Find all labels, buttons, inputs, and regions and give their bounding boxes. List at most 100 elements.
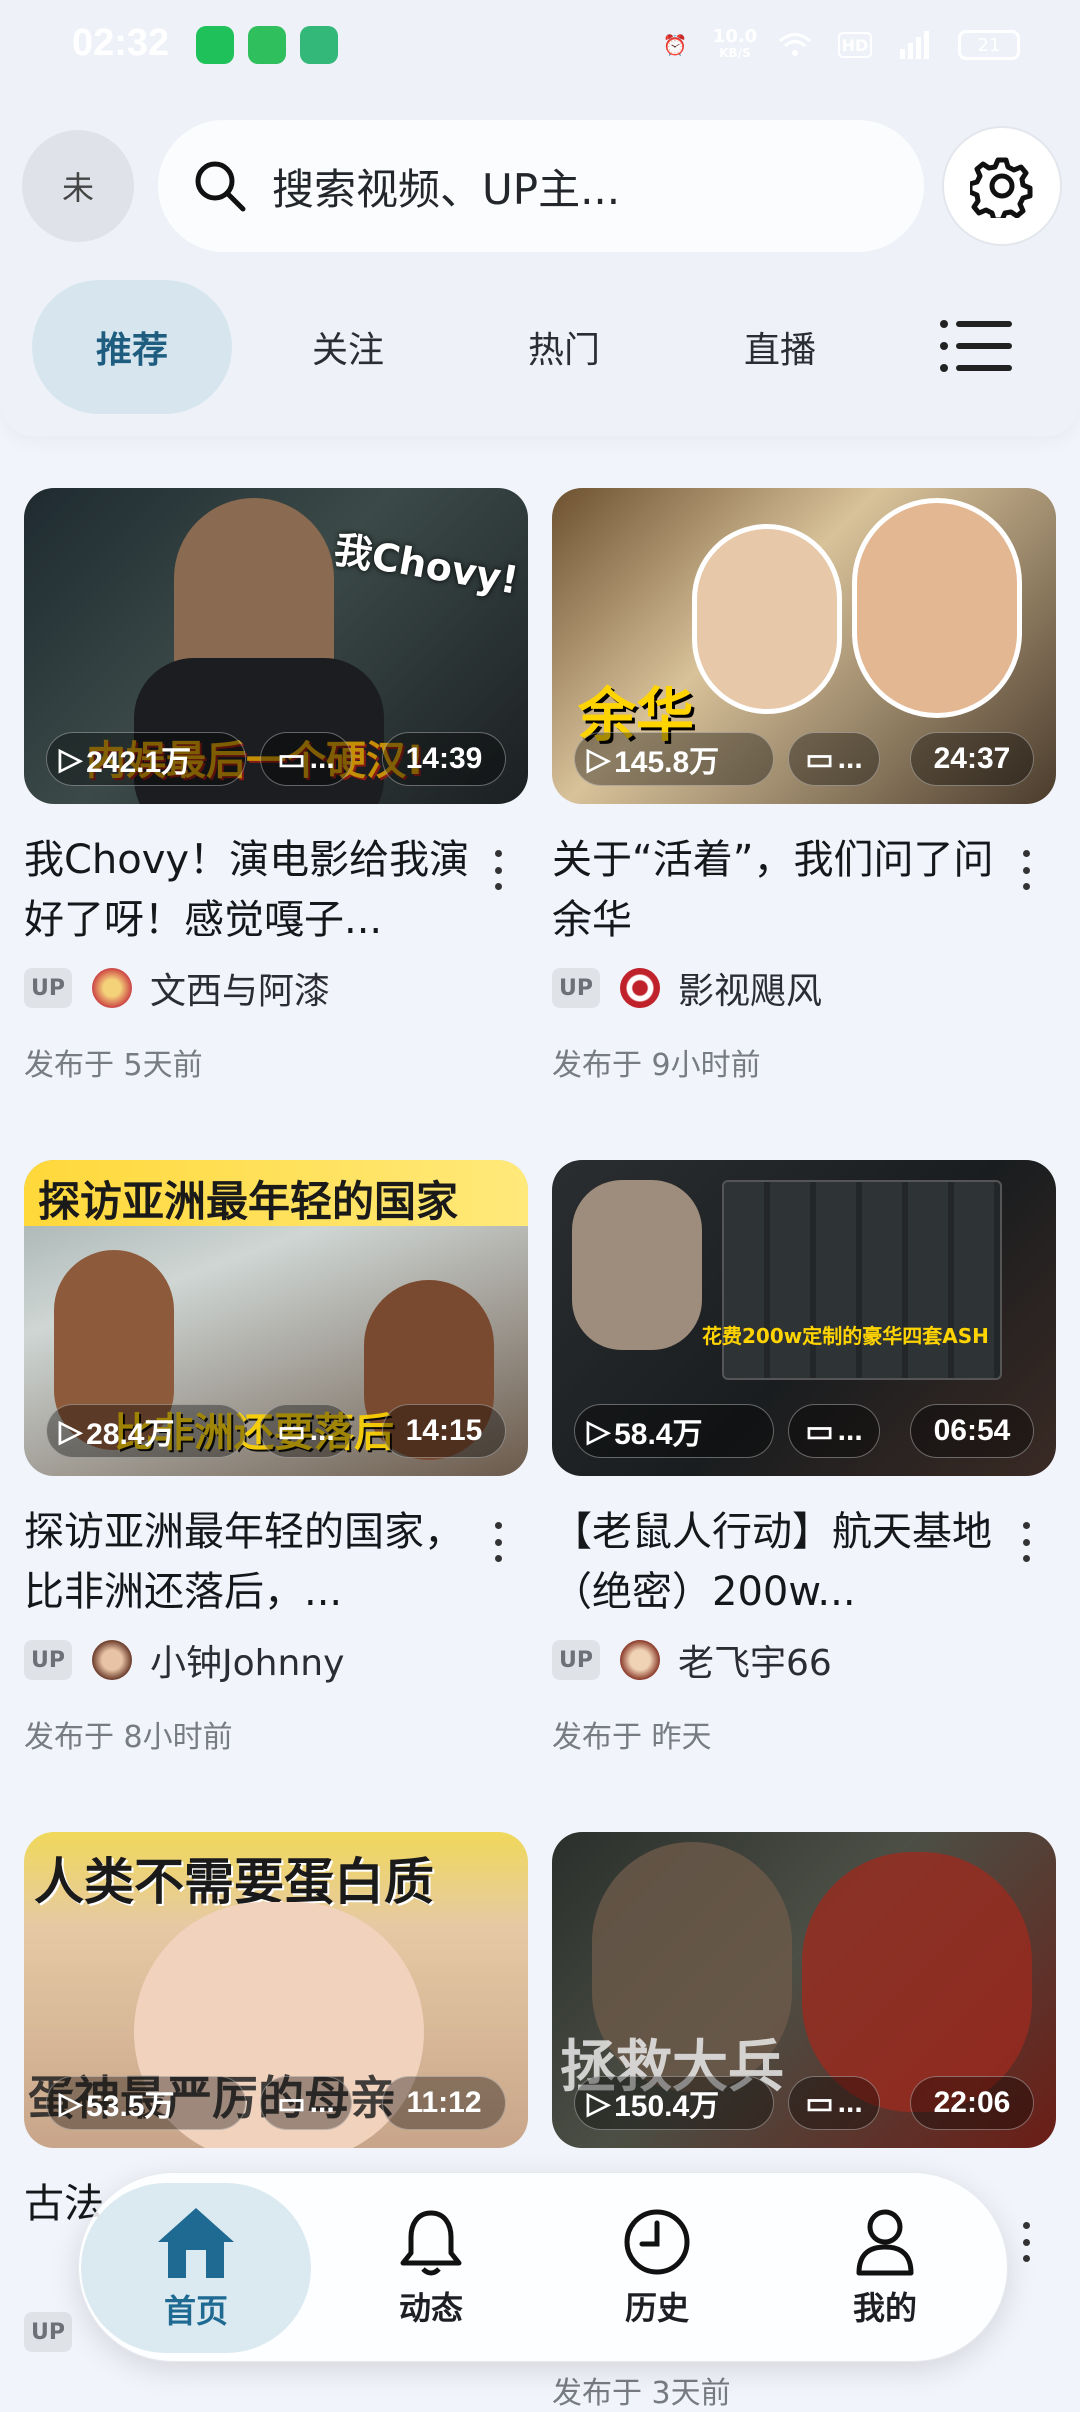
- nav-dynamic[interactable]: 动态: [331, 2173, 531, 2363]
- view-count: ▷ 58.4万: [574, 1404, 774, 1458]
- play-icon: ▷: [587, 742, 611, 776]
- uploader-row[interactable]: UP 老飞宇66: [552, 1636, 1056, 1684]
- comment-count-value: ...: [837, 1414, 863, 1447]
- nav-me[interactable]: 我的: [785, 2173, 985, 2363]
- gear-icon: [970, 157, 1033, 218]
- hd-icon: HD: [838, 32, 872, 58]
- comment-icon: ▭: [805, 742, 834, 776]
- uploader-name: 文西与阿漆: [150, 971, 331, 1012]
- video-card[interactable]: 花费200w定制的豪华四套ASH ▷ 58.4万 ▭... 06:54 【老鼠人行…: [552, 1160, 1056, 1756]
- view-count: ▷ 28.4万: [46, 1404, 246, 1458]
- status-bar: 02:32 ⏰ 10.0 KB/S HD 21: [0, 0, 1080, 96]
- wifi-icon: [778, 28, 812, 62]
- more-options-icon[interactable]: [1016, 1522, 1036, 1562]
- uploader-name: 影视飓风: [678, 971, 823, 1012]
- comment-icon: ▭: [805, 2086, 834, 2120]
- net-speed-unit: KB/S: [719, 46, 751, 60]
- video-thumbnail[interactable]: 花费200w定制的豪华四套ASH ▷ 58.4万 ▭... 06:54: [552, 1160, 1056, 1476]
- publish-time: 发布于 昨天: [552, 1720, 712, 1755]
- avatar-text: 未: [61, 169, 94, 207]
- view-count-value: 242.1万: [86, 746, 192, 779]
- duration: 22:06: [910, 2076, 1034, 2130]
- thumb-caption: 人类不需要蛋白质: [34, 1853, 434, 1911]
- up-badge: UP: [24, 968, 72, 1008]
- duration: 24:37: [910, 732, 1034, 786]
- uploader-row[interactable]: UP 影视飓风: [552, 964, 1056, 1012]
- app-notification-icon: [196, 26, 234, 64]
- comment-icon: ▭: [277, 1414, 306, 1448]
- money-notification-icon: [300, 26, 338, 64]
- uploader-avatar: [92, 968, 132, 1008]
- header: 02:32 ⏰ 10.0 KB/S HD 21 未 搜索视频、UP主... 推荐…: [0, 0, 1080, 436]
- nav-history-label: 历史: [624, 2289, 689, 2327]
- up-badge: UP: [24, 2312, 72, 2352]
- view-count-value: 58.4万: [614, 1418, 703, 1451]
- duration: 14:39: [382, 732, 506, 786]
- comment-icon: ▭: [805, 1414, 834, 1448]
- search-placeholder: 搜索视频、UP主...: [272, 164, 621, 214]
- video-title[interactable]: 我Chovy！演电影给我演好了呀！感觉嘎子...: [24, 830, 484, 950]
- video-title[interactable]: 【老鼠人行动】航天基地（绝密）200w...: [552, 1502, 1012, 1622]
- clock-icon: [624, 2209, 690, 2275]
- tab-following[interactable]: 关注: [248, 280, 448, 414]
- more-options-icon[interactable]: [1016, 850, 1036, 890]
- publish-time: 发布于 5天前: [24, 1048, 203, 1083]
- nav-dynamic-label: 动态: [398, 2289, 463, 2327]
- video-title[interactable]: 关于“活着”，我们问了问余华: [552, 830, 1012, 950]
- view-count-value: 150.4万: [614, 2090, 720, 2123]
- comment-count-value: ...: [837, 2086, 863, 2119]
- video-thumbnail[interactable]: 我Chovy! 内娱最后一个硬汉! ▷ 242.1万 ▭... 14:39: [24, 488, 528, 804]
- thumb-caption: 我Chovy!: [331, 527, 522, 603]
- video-thumbnail[interactable]: 余华 ▷ 145.8万 ▭... 24:37: [552, 488, 1056, 804]
- comment-icon: ▭: [277, 2086, 306, 2120]
- category-tabs: 推荐 关注 热门 直播: [0, 280, 1080, 416]
- more-options-icon[interactable]: [488, 850, 508, 890]
- video-thumbnail[interactable]: 拯救大兵 ▷ 150.4万 ▭... 22:06: [552, 1832, 1056, 2148]
- play-icon: ▷: [59, 742, 83, 776]
- comment-count-value: ...: [837, 742, 863, 775]
- tab-menu-button[interactable]: [938, 316, 1014, 376]
- comment-count-value: ...: [309, 1414, 335, 1447]
- comment-count: ▭...: [260, 1404, 352, 1458]
- video-card[interactable]: 探访亚洲最年轻的国家 比非洲还要落后 ▷ 28.4万 ▭... 14:15 探访亚…: [24, 1160, 528, 1756]
- nav-home[interactable]: 首页: [81, 2183, 311, 2353]
- video-card[interactable]: 我Chovy! 内娱最后一个硬汉! ▷ 242.1万 ▭... 14:39 我Ch…: [24, 488, 528, 1084]
- uploader-row[interactable]: UP 文西与阿漆: [24, 964, 528, 1012]
- duration: 14:15: [382, 1404, 506, 1458]
- video-card[interactable]: 余华 ▷ 145.8万 ▭... 24:37 关于“活着”，我们问了问余华 UP …: [552, 488, 1056, 1084]
- view-count: ▷ 53.5万: [46, 2076, 246, 2130]
- comment-count: ▭...: [788, 2076, 880, 2130]
- publish-time: 发布于 9小时前: [552, 1048, 761, 1083]
- battery-level: 21: [977, 34, 1001, 56]
- avatar[interactable]: 未: [22, 130, 134, 242]
- view-count: ▷ 242.1万: [46, 732, 246, 786]
- play-icon: ▷: [59, 1414, 83, 1448]
- uploader-name: 老飞宇66: [678, 1643, 832, 1684]
- view-count: ▷ 145.8万: [574, 732, 774, 786]
- list-menu-icon: [940, 320, 1012, 372]
- nav-history[interactable]: 历史: [557, 2173, 757, 2363]
- comment-count: ▭...: [260, 732, 352, 786]
- video-thumbnail[interactable]: 人类不需要蛋白质 蛋神最严厉的母亲 ▷ 53.5万 ▭... 11:12: [24, 1832, 528, 2148]
- up-badge: UP: [24, 1640, 72, 1680]
- view-count-value: 28.4万: [86, 1418, 175, 1451]
- status-time: 02:32: [72, 22, 170, 64]
- tab-hot[interactable]: 热门: [464, 280, 664, 414]
- more-options-icon[interactable]: [488, 1522, 508, 1562]
- tab-recommend[interactable]: 推荐: [32, 280, 232, 414]
- message-notification-icon: [248, 26, 286, 64]
- uploader-avatar: [620, 1640, 660, 1680]
- uploader-avatar: [92, 1640, 132, 1680]
- view-count: ▷ 150.4万: [574, 2076, 774, 2130]
- view-count-value: 145.8万: [614, 746, 720, 779]
- search-bar[interactable]: 搜索视频、UP主...: [158, 120, 924, 252]
- person-icon: [856, 2209, 914, 2276]
- video-title[interactable]: 探访亚洲最年轻的国家，比非洲还落后，...: [24, 1502, 484, 1622]
- uploader-row[interactable]: UP 小钟Johnny: [24, 1636, 528, 1684]
- video-thumbnail[interactable]: 探访亚洲最年轻的国家 比非洲还要落后 ▷ 28.4万 ▭... 14:15: [24, 1160, 528, 1476]
- home-icon: [158, 2208, 234, 2278]
- comment-icon: ▭: [277, 742, 306, 776]
- more-options-icon[interactable]: [1016, 2222, 1036, 2262]
- settings-button[interactable]: [942, 126, 1062, 246]
- tab-live[interactable]: 直播: [680, 280, 880, 414]
